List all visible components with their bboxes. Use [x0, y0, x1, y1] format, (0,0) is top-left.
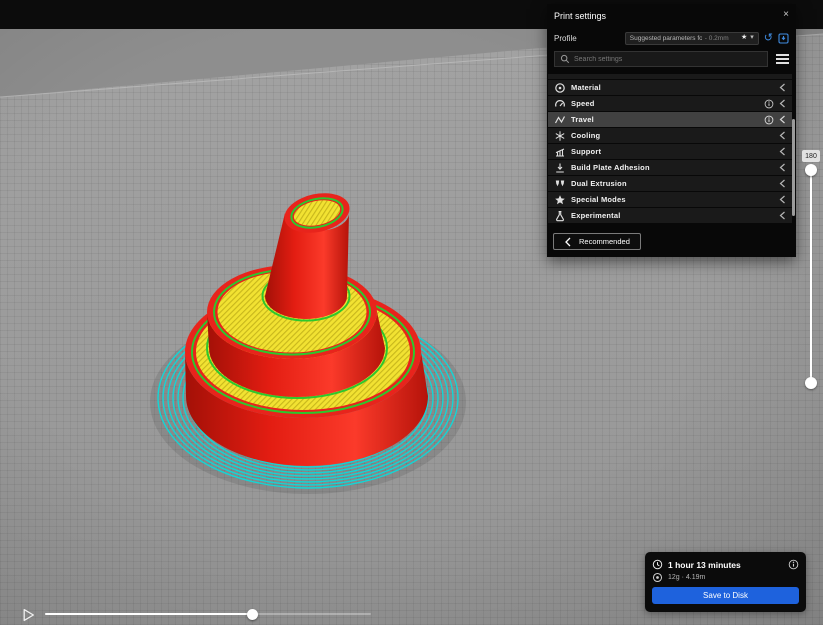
chevron-icon	[779, 163, 785, 172]
simulation-slider-fill	[45, 613, 253, 615]
cooling-icon	[555, 130, 565, 141]
experimental-icon	[556, 210, 564, 221]
filament-spool-icon	[652, 572, 663, 583]
profile-dropdown[interactable]: Suggested parameters for P... - 0.2mm ★ …	[624, 31, 759, 45]
settings-category-build-plate-adhesion[interactable]: Build Plate Adhesion	[548, 160, 792, 175]
settings-category-partial[interactable]	[548, 74, 792, 79]
support-icon	[555, 147, 565, 157]
recommended-label: Recommended	[579, 237, 630, 246]
profile-value: Suggested parameters for P...	[629, 34, 702, 42]
settings-category-speed[interactable]: Speed	[548, 96, 792, 111]
settings-category-cooling[interactable]: Cooling	[548, 128, 792, 143]
settings-category-special-modes[interactable]: Special Modes	[548, 192, 792, 207]
info-icon[interactable]	[764, 99, 774, 109]
chevron-icon	[779, 99, 785, 108]
profile-row: Profile Suggested parameters for P... - …	[547, 28, 796, 48]
settings-category-dual-extrusion[interactable]: Dual Extrusion	[548, 176, 792, 191]
material-icon	[555, 82, 565, 93]
settings-menu-icon[interactable]	[776, 52, 789, 66]
profile-sync-icon[interactable]	[778, 32, 789, 44]
info-icon[interactable]	[788, 559, 799, 570]
material-usage-row: 12g · 4.19m	[652, 572, 799, 583]
settings-category-list: Material Speed Travel Cooling Support Bu…	[547, 74, 796, 223]
settings-category-material[interactable]: Material	[548, 80, 792, 95]
panel-title: Print settings	[554, 11, 607, 21]
search-row	[547, 48, 796, 70]
play-icon[interactable]	[22, 608, 35, 622]
chevron-icon	[779, 83, 785, 92]
build-plate-adhesion-icon	[556, 163, 564, 173]
recommended-button[interactable]: Recommended	[553, 233, 641, 250]
chevron-icon	[779, 147, 785, 156]
travel-icon	[554, 115, 566, 123]
panel-scrollbar[interactable]	[792, 119, 795, 216]
chevron-icon	[779, 211, 785, 220]
print-time: 1 hour 13 minutes	[668, 559, 741, 570]
dual-extrusion-icon	[555, 180, 565, 186]
search-icon	[560, 54, 570, 64]
chevron-left-icon	[565, 237, 571, 246]
search-input[interactable]	[574, 55, 762, 63]
layer-slider-bottom-handle[interactable]	[805, 377, 817, 389]
chevron-icon	[779, 115, 785, 124]
model-top-tier	[265, 193, 350, 319]
chevron-icon	[779, 179, 785, 188]
info-icon[interactable]	[764, 115, 774, 125]
current-layer-badge: 180	[802, 150, 820, 162]
panel-header: Print settings ×	[547, 4, 796, 28]
3d-viewport[interactable]: Print settings × Profile Suggested param…	[0, 0, 823, 625]
print-time-row: 1 hour 13 minutes	[652, 559, 799, 570]
simulation-slider-track[interactable]	[45, 613, 371, 615]
simulation-slider-handle[interactable]	[247, 609, 258, 620]
print-settings-panel: Print settings × Profile Suggested param…	[547, 4, 796, 257]
settings-category-experimental[interactable]: Experimental	[548, 208, 792, 223]
chevron-down-icon: ▾	[750, 34, 754, 41]
speed-icon	[555, 99, 565, 107]
save-to-disk-button[interactable]: Save to Disk	[652, 587, 799, 604]
chevron-icon	[779, 195, 785, 204]
search-box[interactable]	[554, 51, 768, 67]
favorite-star-icon[interactable]: ★	[741, 34, 747, 42]
profile-layer-height: - 0.2mm	[704, 34, 729, 42]
settings-category-travel[interactable]: Travel	[548, 112, 792, 127]
chevron-icon	[779, 131, 785, 140]
layer-slider-track[interactable]	[810, 170, 812, 383]
print-job-panel: 1 hour 13 minutes 12g · 4.19m Save to Di…	[645, 552, 806, 612]
settings-category-support[interactable]: Support	[548, 144, 792, 159]
close-icon[interactable]: ×	[783, 10, 789, 20]
profile-label: Profile	[554, 33, 577, 43]
layer-slider-top-handle[interactable]	[805, 164, 817, 176]
clock-icon	[652, 559, 663, 570]
reset-profile-icon[interactable]: ↺	[764, 32, 773, 44]
special-modes-icon	[555, 194, 565, 204]
material-usage: 12g · 4.19m	[668, 574, 706, 581]
